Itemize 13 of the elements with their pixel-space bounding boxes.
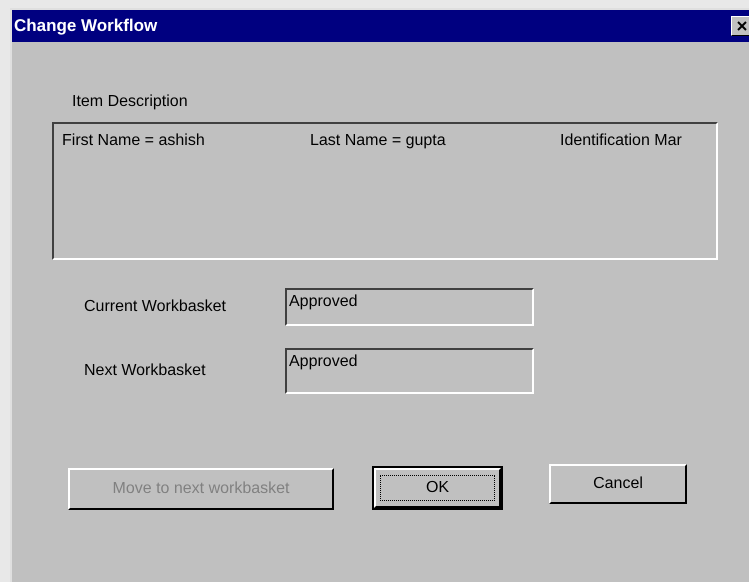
- dialog-button[interactable]: OK: [374, 468, 501, 508]
- field-label: Current Workbasket: [84, 297, 227, 317]
- workbasket-field[interactable]: Approved: [285, 288, 534, 326]
- group-label: Item Description: [72, 92, 189, 112]
- dialog-button[interactable]: Cancel: [549, 464, 687, 504]
- field-label: Next Workbasket: [84, 361, 207, 381]
- description-text: Last Name = gupta: [310, 131, 447, 151]
- window-title: Change Workflow: [14, 15, 158, 38]
- workbasket-field[interactable]: Approved: [285, 348, 534, 394]
- description-text: First Name = ashish: [62, 131, 206, 151]
- description-text: Identification Mar: [560, 131, 683, 151]
- close-button[interactable]: [731, 16, 749, 36]
- close-icon: [736, 20, 748, 32]
